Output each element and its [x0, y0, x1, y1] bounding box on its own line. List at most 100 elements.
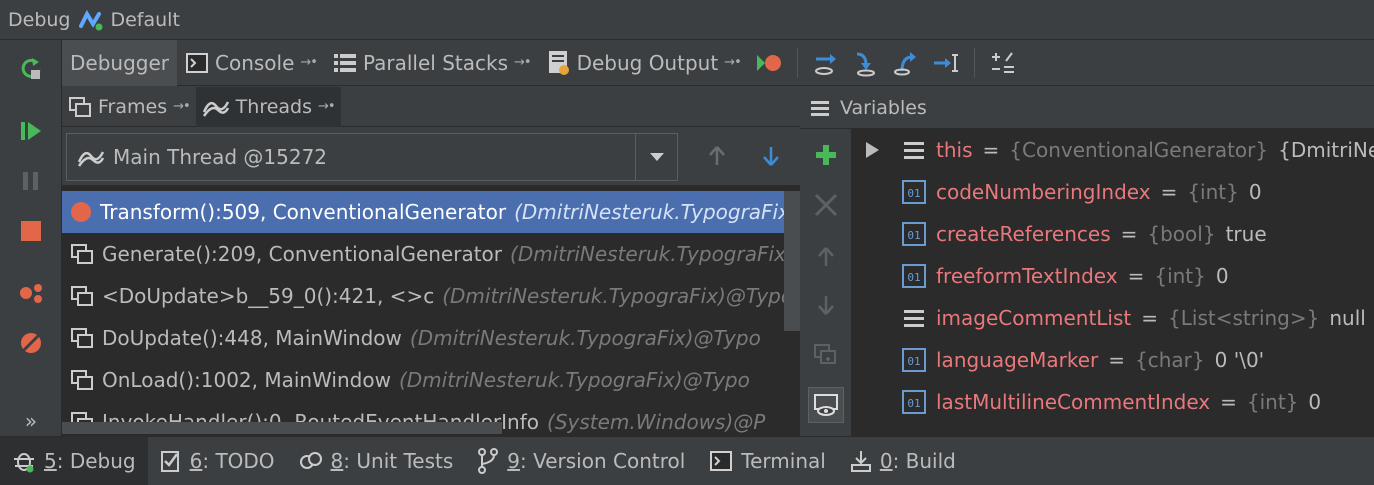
variable-row[interactable]: imageCommentList = {List<string>} null — [852, 297, 1374, 339]
debug-icon — [12, 449, 36, 473]
frame-row[interactable]: DoUpdate():448, MainWindow (DmitriNester… — [62, 317, 800, 359]
tab-threads[interactable]: Threads →• — [195, 86, 341, 127]
step-over-icon[interactable] — [806, 43, 846, 83]
variable-value: 0 — [1248, 180, 1262, 204]
restart-icon[interactable] — [14, 52, 48, 86]
variable-row[interactable]: this = {ConventionalGenerator} {DmitriNe — [852, 129, 1374, 171]
toolwindow-terminal[interactable]: Terminal — [697, 437, 838, 485]
toolwindow-todo[interactable]: 6: TODO — [148, 437, 287, 485]
move-watch-down-icon[interactable] — [808, 287, 844, 323]
frames-vertical-scrollbar[interactable] — [784, 191, 800, 331]
thread-select[interactable]: Main Thread @15272 — [66, 133, 678, 181]
equals-sign: = — [1141, 306, 1159, 330]
move-watch-up-icon[interactable] — [808, 239, 844, 275]
toolwindow-label: : Unit Tests — [343, 449, 454, 473]
step-into-icon[interactable] — [846, 43, 886, 83]
resume-icon[interactable] — [14, 114, 48, 148]
variable-value: 0 — [1215, 264, 1229, 288]
tab-label: Parallel Stacks — [362, 50, 508, 75]
variable-row[interactable]: 01 lastMultilineCommentIndex = {int} 0 — [852, 381, 1374, 423]
pause-icon[interactable] — [14, 164, 48, 198]
tab-debug-output[interactable]: Debug Output →• — [539, 40, 749, 86]
remove-watch-icon[interactable] — [808, 187, 844, 223]
frame-method: Generate():209, ConventionalGenerator — [102, 242, 503, 266]
primitive-icon: 01 — [902, 222, 926, 246]
add-watch-icon[interactable] — [808, 137, 844, 173]
evaluate-expression-icon[interactable] — [983, 43, 1023, 83]
equals-sign: = — [982, 138, 1000, 162]
tab-debugger[interactable]: Debugger — [62, 39, 177, 86]
run-to-cursor-icon[interactable] — [926, 43, 966, 83]
shortcut-number: 5 — [44, 449, 57, 473]
frames-subtabs: Frames →• Threads →• — [62, 86, 800, 127]
tool-window-bar: 5: Debug 6: TODO 8: Unit Tests 9: Versio… — [0, 436, 1374, 485]
frame-row[interactable]: <DoUpdate>b__59_0():421, <>c (DmitriNest… — [62, 275, 800, 317]
tab-label: Debug Output — [576, 50, 719, 75]
pin-icon[interactable]: →• — [300, 55, 318, 70]
toolwindow-build[interactable]: 0: Build — [838, 437, 968, 485]
terminal-icon — [709, 450, 733, 472]
subtab-label: Frames — [98, 95, 168, 118]
variable-type: {List<string>} — [1168, 306, 1320, 330]
mute-breakpoints-icon[interactable] — [14, 326, 48, 360]
toolwindow-label: : Build — [892, 449, 956, 473]
step-out-icon[interactable] — [886, 43, 926, 83]
toolwindow-version-control[interactable]: 9: Version Control — [465, 437, 697, 485]
variable-name: this — [936, 138, 973, 162]
variable-row[interactable]: 01 codeNumberingIndex = {int} 0 — [852, 171, 1374, 213]
tab-parallel-stacks[interactable]: Parallel Stacks →• — [325, 40, 539, 86]
variable-value: {DmitriNe — [1278, 138, 1374, 162]
expand-arrow-icon[interactable] — [860, 138, 884, 162]
primitive-icon: 01 — [902, 390, 926, 414]
pin-icon[interactable]: →• — [514, 55, 532, 70]
variable-type: {int} — [1187, 180, 1239, 204]
frame-location: (DmitriNesteruk.TypograFix)@Typo — [398, 368, 750, 392]
equals-sign: = — [1220, 390, 1237, 414]
variable-value: 0 — [1308, 390, 1322, 414]
frame-row[interactable]: Generate():209, ConventionalGenerator (D… — [62, 233, 800, 275]
toolwindow-unit-tests[interactable]: 8: Unit Tests — [287, 437, 466, 485]
variable-row[interactable]: 01 createReferences = {bool} true — [852, 213, 1374, 255]
show-execution-point-icon[interactable] — [749, 43, 789, 83]
debug-output-icon — [547, 50, 571, 76]
pin-icon[interactable]: →• — [318, 99, 336, 114]
equals-sign: = — [1127, 264, 1145, 288]
frame-row[interactable]: OnLoad():1002, MainWindow (DmitriNesteru… — [62, 359, 800, 401]
svg-text:01: 01 — [907, 355, 920, 368]
frames-icon — [68, 96, 92, 118]
pin-icon[interactable]: →• — [173, 99, 191, 114]
version-control-icon — [477, 448, 499, 474]
variables-title: Variables — [840, 96, 927, 119]
debug-tabs: Debugger Console →• Parallel Stacks →• D… — [62, 39, 1374, 86]
next-frame-icon[interactable] — [756, 141, 786, 171]
console-icon — [185, 52, 209, 74]
tab-frames[interactable]: Frames →• — [62, 87, 196, 127]
variable-type: {int} — [1154, 264, 1206, 288]
frame-icon — [70, 369, 94, 391]
chevron-down-icon[interactable] — [635, 134, 677, 180]
frame-row-current[interactable]: Transform():509, ConventionalGenerator (… — [62, 191, 800, 233]
svg-text:01: 01 — [907, 187, 920, 200]
variable-row[interactable]: 01 languageMarker = {char} 0 '\0' — [852, 339, 1374, 381]
variable-row[interactable]: 01 freeformTextIndex = {int} 0 — [852, 255, 1374, 297]
duplicate-watch-icon[interactable] — [808, 337, 844, 373]
variables-icon — [810, 99, 830, 117]
frame-icon — [70, 285, 94, 307]
toolwindow-debug[interactable]: 5: Debug — [0, 436, 148, 485]
tab-console[interactable]: Console →• — [177, 40, 325, 86]
frames-horizontal-scrollbar[interactable] — [62, 422, 502, 434]
frame-location: (DmitriNesteruk.TypograFix)@Typo — [442, 284, 794, 308]
previous-frame-icon[interactable] — [702, 141, 732, 171]
variable-name: languageMarker — [936, 348, 1099, 372]
threads-icon — [202, 96, 230, 118]
parallel-stacks-icon — [333, 52, 357, 74]
pin-icon[interactable]: →• — [724, 55, 742, 70]
svg-text:01: 01 — [907, 271, 920, 284]
view-breakpoints-icon[interactable] — [14, 276, 48, 310]
toolbar-separator — [973, 47, 975, 78]
primitive-icon: 01 — [902, 348, 926, 372]
shortcut-number: 6 — [189, 449, 203, 473]
show-watches-icon[interactable] — [808, 387, 844, 423]
stop-icon[interactable] — [14, 214, 48, 248]
more-actions-icon[interactable]: » — [14, 404, 48, 438]
